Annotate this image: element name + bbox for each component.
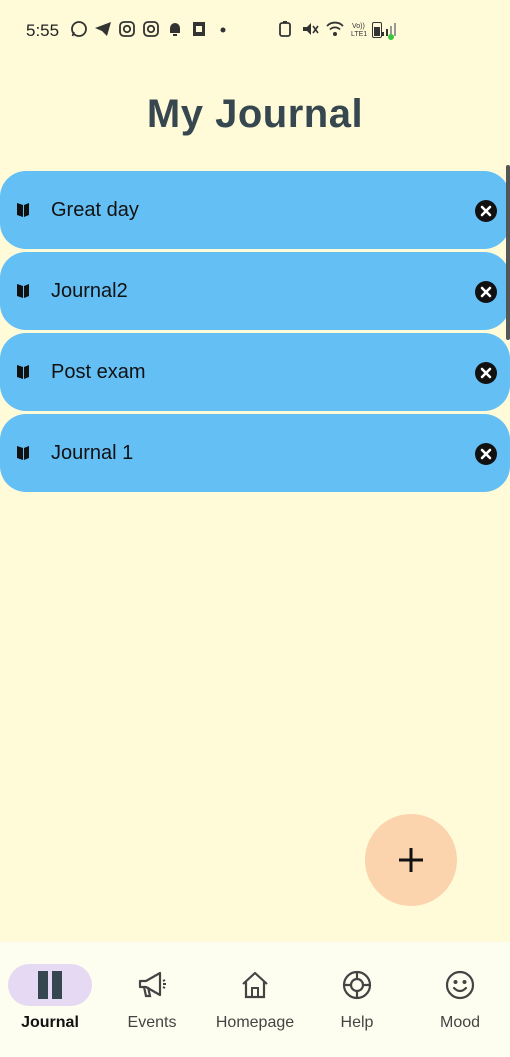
nav-label: Events <box>127 1014 177 1031</box>
journal-list: Great day Journal2 Post exam Journal 1 <box>0 171 510 495</box>
book-icon <box>17 446 29 460</box>
battery-saver-icon <box>279 21 291 37</box>
journal-item[interactable]: Journal2 <box>0 252 510 330</box>
status-time: 5:55 <box>26 21 60 40</box>
page-title: My Journal <box>146 92 364 136</box>
volte-icon: Vo))LTE1 <box>351 23 367 38</box>
notification-icons <box>70 20 232 38</box>
dot-icon <box>220 27 226 33</box>
delete-journal-icon[interactable] <box>474 361 498 385</box>
book-icon <box>17 203 29 217</box>
journal-title: Post exam <box>51 360 146 383</box>
nav-label: Help <box>340 1014 374 1031</box>
add-journal-button[interactable] <box>365 814 457 906</box>
svg-text:LTE1: LTE1 <box>351 31 367 38</box>
nav-item-events[interactable]: Events <box>102 942 202 1057</box>
bell-icon <box>170 23 180 36</box>
mute-icon <box>303 23 319 35</box>
home-icon <box>242 971 268 999</box>
journal-title: Journal2 <box>51 279 128 302</box>
delete-journal-icon[interactable] <box>474 199 498 223</box>
plus-icon <box>399 848 423 872</box>
journal-title: Great day <box>51 198 139 221</box>
status-bar: 5:55 Vo)) LTE1 <box>0 0 510 60</box>
nav-active-pill <box>8 964 92 1006</box>
instagram-icon <box>143 21 159 37</box>
delete-journal-icon[interactable] <box>474 442 498 466</box>
telegram-icon <box>95 22 111 36</box>
journal-icon <box>38 971 62 999</box>
book-icon <box>17 284 29 298</box>
book-icon <box>17 365 29 379</box>
instagram-icon <box>119 21 135 37</box>
bottom-navigation: Journal Events Homepage Help Mood <box>0 942 510 1057</box>
nav-item-homepage[interactable]: Homepage <box>205 942 305 1057</box>
nav-item-help[interactable]: Help <box>307 942 407 1057</box>
smiley-icon <box>445 970 475 1000</box>
nav-label: Journal <box>21 1014 79 1031</box>
nav-label: Homepage <box>215 1014 295 1031</box>
delete-journal-icon[interactable] <box>474 280 498 304</box>
sim-icon <box>193 22 205 36</box>
journal-item[interactable]: Great day <box>0 171 510 249</box>
nav-label: Mood <box>439 1014 481 1031</box>
whatsapp-icon <box>71 21 87 37</box>
svg-text:Vo)): Vo)) <box>352 23 365 30</box>
journal-item[interactable]: Post exam <box>0 333 510 411</box>
journal-item[interactable]: Journal 1 <box>0 414 510 492</box>
journal-title: Journal 1 <box>51 441 134 464</box>
wifi-icon <box>326 21 344 36</box>
lifebuoy-icon <box>342 970 372 1000</box>
charging-indicator-icon <box>388 34 394 40</box>
nav-item-journal[interactable]: Journal <box>0 942 100 1057</box>
battery-icon <box>372 22 382 38</box>
megaphone-icon <box>138 971 166 998</box>
nav-item-mood[interactable]: Mood <box>410 942 510 1057</box>
scrollbar[interactable] <box>506 165 510 340</box>
